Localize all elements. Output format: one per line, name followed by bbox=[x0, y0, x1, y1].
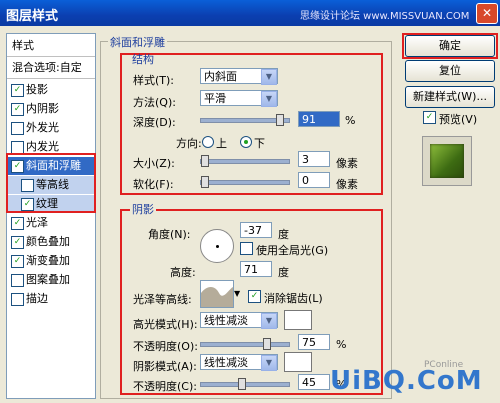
direction-label: 方向: bbox=[176, 137, 202, 150]
soften-slider[interactable] bbox=[200, 176, 290, 188]
gloss-contour-picker[interactable] bbox=[200, 280, 234, 308]
shadow-opacity-thumb[interactable] bbox=[237, 378, 246, 390]
chevron-down-icon: ▼ bbox=[261, 313, 277, 329]
shading-title: 阴影 bbox=[130, 201, 156, 217]
watermark-text: 思缘设计论坛 www.MISSVUAN.COM bbox=[300, 11, 470, 22]
highlight-opacity-label: 不透明度(O): bbox=[133, 340, 198, 353]
shadow-opacity-slider[interactable] bbox=[200, 378, 290, 390]
style-item[interactable]: ✓ 内阴影 bbox=[7, 100, 95, 118]
contour-curve-icon bbox=[201, 287, 233, 307]
style-checkbox[interactable] bbox=[11, 274, 24, 287]
global-light-checkbox[interactable] bbox=[240, 242, 253, 255]
highlight-mode-select[interactable]: 线性减淡 ▼ bbox=[200, 312, 278, 329]
soften-unit: 像素 bbox=[336, 178, 358, 191]
title-bar: 图层样式 思缘设计论坛 www.MISSVUAN.COM ✕ bbox=[0, 0, 500, 26]
preview-label: 预览(V) bbox=[439, 113, 478, 126]
style-item[interactable]: 描边 bbox=[7, 290, 95, 308]
blend-options-item[interactable]: 混合选项:自定 bbox=[7, 59, 95, 77]
antialias-checkbox[interactable]: ✓ bbox=[248, 290, 261, 303]
bevel-panel: 斜面和浮雕 结构 样式(T): 内斜面 ▼ 方法(Q): 平滑 ▼ 深度(D): 9… bbox=[100, 33, 394, 399]
depth-slider-thumb[interactable] bbox=[275, 114, 284, 126]
style-checkbox[interactable]: ✓ bbox=[11, 217, 24, 230]
styles-list: 样式 混合选项:自定 ✓ 投影 ✓ 内阴影 外发光 内发光 ✓ 斜面和浮雕 等高线 ✓ 纹理 ✓ 光泽 ✓… bbox=[6, 33, 96, 399]
global-light-label: 使用全局光(G) bbox=[256, 244, 329, 257]
gloss-contour-label: 光泽等高线: bbox=[133, 293, 192, 306]
angle-dial[interactable] bbox=[200, 229, 234, 263]
brand-logo: UiBQ.CoM bbox=[330, 366, 483, 396]
style-item[interactable]: 外发光 bbox=[7, 119, 95, 137]
preview-thumbnail bbox=[422, 136, 472, 186]
reset-button[interactable]: 复位 bbox=[405, 60, 495, 82]
style-item[interactable]: ✓ 投影 bbox=[7, 81, 95, 99]
highlight-mode-label: 高光模式(H): bbox=[133, 318, 198, 331]
style-checkbox[interactable] bbox=[11, 293, 24, 306]
size-label: 大小(Z): bbox=[133, 157, 175, 170]
style-select[interactable]: 内斜面 ▼ bbox=[200, 68, 278, 85]
direction-up-label: 上 bbox=[216, 137, 227, 150]
highlight-opacity-input[interactable]: 75 bbox=[298, 334, 330, 350]
angle-label: 角度(N): bbox=[148, 228, 191, 241]
style-checkbox[interactable]: ✓ bbox=[11, 255, 24, 268]
new-style-button[interactable]: 新建样式(W)... bbox=[405, 86, 495, 108]
style-item[interactable]: ✓ 光泽 bbox=[7, 214, 95, 232]
highlight-box-bevel bbox=[6, 153, 96, 213]
shadow-color-swatch[interactable] bbox=[284, 352, 312, 372]
chevron-down-icon: ▼ bbox=[261, 91, 277, 107]
size-slider[interactable] bbox=[200, 155, 290, 167]
style-checkbox[interactable] bbox=[11, 122, 24, 135]
style-item[interactable]: 图案叠加 bbox=[7, 271, 95, 289]
depth-label: 深度(D): bbox=[133, 116, 176, 129]
close-button[interactable]: ✕ bbox=[476, 3, 498, 24]
style-item[interactable]: ✓ 颜色叠加 bbox=[7, 233, 95, 251]
altitude-input[interactable]: 71 bbox=[240, 261, 272, 277]
technique-label: 方法(Q): bbox=[133, 96, 176, 109]
altitude-unit: 度 bbox=[278, 266, 289, 279]
highlight-color-swatch[interactable] bbox=[284, 310, 312, 330]
chevron-down-icon: ▼ bbox=[261, 69, 277, 85]
style-checkbox[interactable]: ✓ bbox=[11, 236, 24, 249]
shadow-mode-select[interactable]: 线性减淡 ▼ bbox=[200, 354, 278, 371]
depth-input[interactable]: 91 bbox=[298, 111, 340, 127]
angle-unit: 度 bbox=[278, 228, 289, 241]
size-unit: 像素 bbox=[336, 157, 358, 170]
highlight-opacity-slider[interactable] bbox=[200, 338, 290, 350]
ok-button[interactable]: 确定 bbox=[405, 35, 495, 57]
depth-slider[interactable] bbox=[200, 114, 290, 126]
soften-slider-thumb[interactable] bbox=[201, 176, 209, 188]
preview-checkbox[interactable]: ✓ bbox=[423, 111, 436, 124]
direction-down-label: 下 bbox=[254, 137, 265, 150]
styles-header[interactable]: 样式 bbox=[7, 37, 95, 55]
direction-up-radio[interactable] bbox=[202, 136, 214, 148]
style-label: 样式(T): bbox=[133, 74, 175, 87]
angle-input[interactable]: -37 bbox=[240, 222, 272, 238]
antialias-label: 消除锯齿(L) bbox=[264, 292, 323, 305]
depth-unit: % bbox=[345, 114, 356, 127]
style-checkbox[interactable]: ✓ bbox=[11, 84, 24, 97]
structure-title: 结构 bbox=[132, 53, 154, 66]
highlight-opacity-unit: % bbox=[336, 338, 347, 351]
shadow-mode-label: 阴影模式(A): bbox=[133, 360, 197, 373]
window-title: 图层样式 bbox=[6, 9, 59, 24]
size-slider-thumb[interactable] bbox=[201, 155, 209, 167]
altitude-label: 高度: bbox=[170, 266, 196, 279]
shadow-opacity-label: 不透明度(C): bbox=[133, 380, 197, 393]
shadow-opacity-input[interactable]: 45 bbox=[298, 374, 330, 390]
soften-input[interactable]: 0 bbox=[298, 172, 330, 188]
size-input[interactable]: 3 bbox=[298, 151, 330, 167]
bevel-title: 斜面和浮雕 bbox=[108, 34, 167, 50]
style-checkbox[interactable]: ✓ bbox=[11, 103, 24, 116]
direction-down-radio[interactable] bbox=[240, 136, 252, 148]
technique-select[interactable]: 平滑 ▼ bbox=[200, 90, 278, 107]
style-item[interactable]: ✓ 渐变叠加 bbox=[7, 252, 95, 270]
soften-label: 软化(F): bbox=[133, 178, 174, 191]
contour-dropdown-icon[interactable]: ▼ bbox=[234, 289, 240, 298]
chevron-down-icon: ▼ bbox=[261, 355, 277, 371]
highlight-opacity-thumb[interactable] bbox=[262, 338, 271, 350]
